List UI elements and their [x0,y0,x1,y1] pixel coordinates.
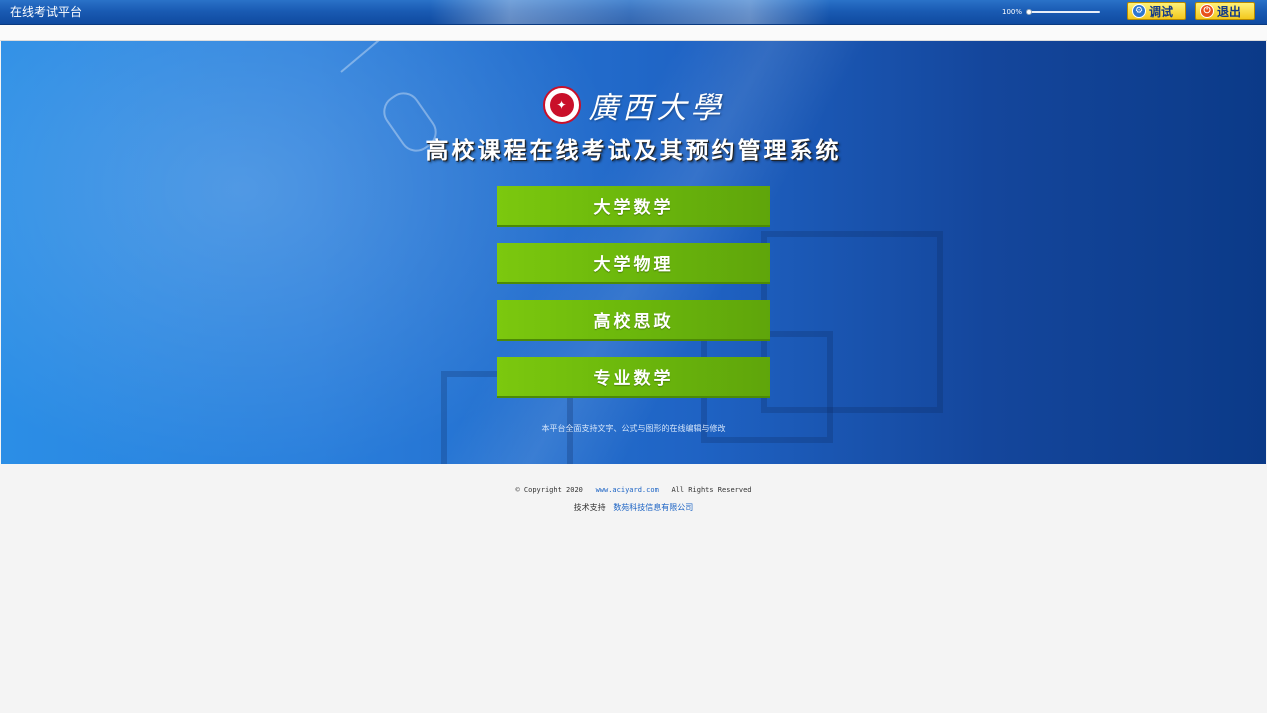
sub-bar [0,25,1267,41]
rights-text: All Rights Reserved [671,486,752,494]
zoom-slider[interactable] [1026,9,1100,15]
support-note: 本平台全面支持文字、公式与图形的在线编辑与修改 [541,424,726,433]
university-seal-icon: ✦ [542,86,581,124]
zoom-slider-thumb[interactable] [1026,9,1032,15]
app-title: 在线考试平台 [10,5,83,19]
debug-button[interactable]: ⚙ 调试 [1127,2,1186,20]
copyright-text: © Copyright 2020 [515,486,583,494]
tech-support-label: 技术支持 [573,503,606,512]
tech-support-line: 技术支持 数苑科技信息有限公司 [0,502,1267,513]
course-button-physics[interactable]: 大学物理 [497,243,770,284]
zoom-slider-track [1030,11,1100,13]
system-title: 高校课程在线考试及其预约管理系统 [425,138,842,164]
debug-button-label: 调试 [1149,4,1174,19]
top-bar: 在线考试平台 100% ⚙ 调试 ⏻ 退出 [0,0,1267,25]
site-link[interactable]: www.aciyard.com [596,486,659,494]
gear-icon: ⚙ [1132,4,1146,18]
copyright-line: © Copyright 2020 www.aciyard.com All Rig… [0,486,1267,494]
university-name: 廣西大學 [588,91,725,126]
course-button-politics[interactable]: 高校思政 [497,300,770,341]
university-logo-row: ✦ 廣西大學 [1,83,1266,127]
course-button-major-math[interactable]: 专业数学 [497,357,770,398]
company-link[interactable]: 数苑科技信息有限公司 [613,503,693,512]
top-bar-glow [430,0,830,24]
zoom-label: 100% [1002,8,1023,16]
main-banner: ✦ 廣西大學 高校课程在线考试及其预约管理系统 大学数学 大学物理 高校思政 专… [1,41,1266,464]
course-button-math[interactable]: 大学数学 [497,186,770,227]
power-icon: ⏻ [1200,4,1214,18]
exit-button[interactable]: ⏻ 退出 [1195,2,1255,20]
exit-button-label: 退出 [1217,4,1242,19]
